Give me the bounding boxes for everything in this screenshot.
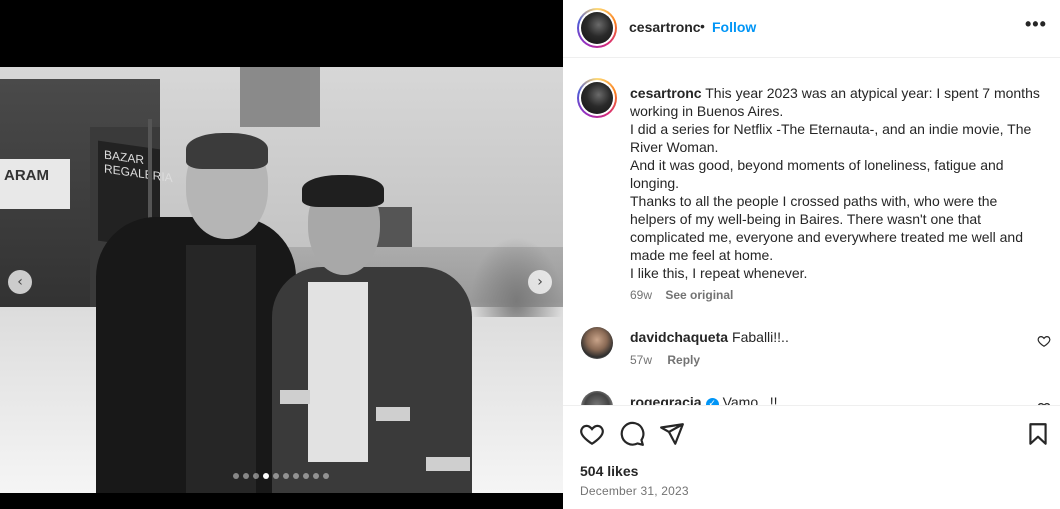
comment-meta: 57w Reply xyxy=(630,353,712,367)
carousel-prev-button[interactable]: ‹ xyxy=(8,270,32,294)
caption-line: I like this, I repeat whenever. xyxy=(630,265,808,281)
avatar[interactable] xyxy=(581,391,613,405)
caption-line: And it was good, beyond moments of lonel… xyxy=(630,157,1004,191)
comment-body: Faballi!!.. xyxy=(732,329,789,345)
photo-person-right-hair xyxy=(302,175,384,207)
photo-person-left-hair xyxy=(186,133,268,169)
avatar[interactable] xyxy=(581,327,613,359)
caption-line: Thanks to all the people I crossed paths… xyxy=(630,193,1023,263)
carousel-dot xyxy=(233,473,239,479)
carousel-dot xyxy=(273,473,279,479)
save-bookmark-icon[interactable] xyxy=(1025,421,1051,447)
comment-item: davidchaqueta Faballi!!.. 57w Reply xyxy=(563,321,1060,381)
post-sidebar: cesartronc • Follow ••• cesartronc This … xyxy=(563,0,1060,509)
comment-username[interactable]: rogegracia xyxy=(630,394,702,405)
carousel-dot xyxy=(283,473,289,479)
caption-username[interactable]: cesartronc xyxy=(630,85,702,101)
reply-button[interactable]: Reply xyxy=(667,353,700,367)
avatar[interactable] xyxy=(577,78,617,118)
avatar-image xyxy=(581,82,613,114)
caption-meta: 69w See original xyxy=(630,288,743,302)
photo-reflective-stripe xyxy=(426,457,470,471)
photo-sign: ARAM xyxy=(0,159,70,209)
share-send-icon[interactable] xyxy=(659,421,685,447)
photo-reflective-stripe xyxy=(280,390,310,404)
post-photo[interactable]: ARAM BAZAR REGALERIA xyxy=(0,67,563,493)
chevron-right-icon: › xyxy=(537,274,543,290)
carousel-indicators xyxy=(233,473,329,479)
post-actions: 504 likes December 31, 2023 xyxy=(563,405,1060,509)
photo-billboard xyxy=(240,67,320,127)
carousel-dot xyxy=(253,473,259,479)
post-date: December 31, 2023 xyxy=(580,484,689,498)
photo-person-left-shirt xyxy=(186,245,256,493)
carousel-dot xyxy=(263,473,269,479)
carousel-dot xyxy=(243,473,249,479)
caption-line: I did a series for Netflix -The Eternaut… xyxy=(630,121,1032,155)
caption-age: 69w xyxy=(630,288,653,302)
comment-bubble-icon[interactable] xyxy=(619,421,645,447)
carousel-dot xyxy=(313,473,319,479)
comment-username[interactable]: davidchaqueta xyxy=(630,329,728,345)
like-heart-icon[interactable] xyxy=(579,421,605,447)
comment-text: rogegracia ✓ Vamo...!! xyxy=(630,394,778,405)
carousel-dot xyxy=(323,473,329,479)
separator-dot: • xyxy=(700,18,705,34)
more-options-icon[interactable]: ••• xyxy=(1025,14,1047,35)
carousel-dot xyxy=(303,473,309,479)
follow-button[interactable]: Follow xyxy=(712,19,756,35)
photo-person-right-shirt xyxy=(308,282,368,462)
comment-text: davidchaqueta Faballi!!.. xyxy=(630,329,789,345)
heart-icon[interactable] xyxy=(1037,334,1051,348)
post-media: ARAM BAZAR REGALERIA ‹ › xyxy=(0,0,563,509)
verified-badge-icon: ✓ xyxy=(705,398,719,405)
like-count[interactable]: 504 likes xyxy=(580,463,638,479)
comment-item: rogegracia ✓ Vamo...!! xyxy=(563,389,1060,405)
comments-section[interactable]: cesartronc This year 2023 was an atypica… xyxy=(563,59,1060,405)
author-username[interactable]: cesartronc xyxy=(629,19,701,35)
avatar[interactable] xyxy=(577,8,617,48)
comment-age: 57w xyxy=(630,353,653,367)
see-original-link[interactable]: See original xyxy=(665,288,733,302)
photo-reflective-stripe xyxy=(376,407,410,421)
avatar-image xyxy=(581,12,613,44)
post-header: cesartronc • Follow ••• xyxy=(563,0,1060,58)
carousel-dot xyxy=(293,473,299,479)
caption-text: cesartronc This year 2023 was an atypica… xyxy=(630,84,1045,282)
comment-body: Vamo...!! xyxy=(722,394,778,405)
chevron-left-icon: ‹ xyxy=(17,274,23,290)
carousel-next-button[interactable]: › xyxy=(528,270,552,294)
